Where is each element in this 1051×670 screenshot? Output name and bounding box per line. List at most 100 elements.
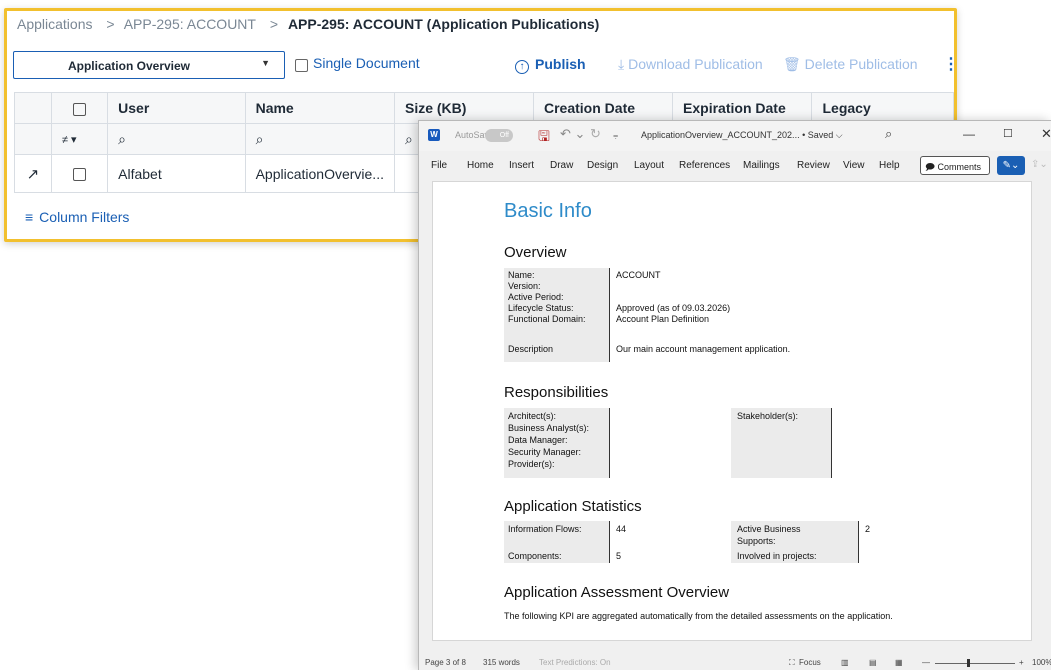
tab-file[interactable]: File xyxy=(431,160,447,171)
maximize-icon[interactable]: ☐ xyxy=(1003,127,1013,140)
undo-icon[interactable]: ↶ ⌄ xyxy=(560,126,585,142)
overview-label-description: Description xyxy=(508,344,554,354)
share-icon[interactable]: ⇪⌄ xyxy=(1031,159,1048,170)
text-predictions[interactable]: Text Predictions: On xyxy=(539,658,611,667)
resp-data-manager: Data Manager: xyxy=(508,435,568,445)
autosave-toggle[interactable]: Off xyxy=(485,129,513,142)
filter-expand-cell xyxy=(14,123,52,155)
tab-mailings[interactable]: Mailings xyxy=(743,160,780,171)
editing-mode-button[interactable]: ✎⌄ xyxy=(997,156,1025,175)
header-user[interactable]: User xyxy=(107,92,246,124)
document-title[interactable]: ApplicationOverview_ACCOUNT_202... • Sav… xyxy=(641,130,843,141)
tab-insert[interactable]: Insert xyxy=(509,160,534,171)
zoom-out-icon[interactable]: — xyxy=(922,658,930,667)
overview-value-description: Our main account management application. xyxy=(616,344,791,354)
overview-label-name: Name: xyxy=(508,270,535,280)
row-checkbox[interactable] xyxy=(73,168,86,182)
filter-operator-icon: ≠ ▾ xyxy=(61,133,77,146)
zoom-slider-thumb[interactable] xyxy=(967,659,970,667)
tab-design[interactable]: Design xyxy=(587,160,618,171)
search-icon: ⌕ xyxy=(118,130,126,147)
toolbar: Application Overview ▼ Single Document ↑… xyxy=(13,51,954,83)
overview-label-lifecycle: Lifecycle Status: xyxy=(508,303,574,313)
close-icon[interactable]: ✕ xyxy=(1041,126,1051,142)
download-publication-button[interactable]: ⤓ Download Publication xyxy=(618,56,763,73)
search-icon[interactable]: ⌕ xyxy=(885,126,892,142)
header-expiration-date[interactable]: Expiration Date xyxy=(672,92,813,124)
resp-provider: Provider(s): xyxy=(508,459,555,469)
publish-icon: ↑ xyxy=(515,60,529,74)
chevron-right-icon: > xyxy=(106,16,115,32)
filter-operator-select[interactable]: ≠ ▾ xyxy=(50,123,109,155)
publication-type-select[interactable]: Application Overview ▼ xyxy=(13,51,285,79)
focus-label[interactable]: Focus xyxy=(799,658,821,667)
zoom-slider[interactable] xyxy=(935,663,1015,664)
select-all-checkbox[interactable] xyxy=(73,102,86,116)
header-creation-date[interactable]: Creation Date xyxy=(532,92,674,124)
tab-draw[interactable]: Draw xyxy=(550,160,573,171)
page-count[interactable]: Page 3 of 8 xyxy=(425,658,466,667)
overview-label-domain: Functional Domain: xyxy=(508,314,586,324)
header-size[interactable]: Size (KB) xyxy=(393,92,535,124)
ribbon-tabs: File Home Insert Draw Design Layout Refe… xyxy=(419,155,1051,177)
stats-components-label: Components: xyxy=(508,551,562,561)
print-layout-icon[interactable]: ▤ xyxy=(869,658,877,667)
cell-user: Alfabet xyxy=(107,154,246,193)
row-checkbox-cell xyxy=(50,154,109,193)
resp-security-manager: Security Manager: xyxy=(508,447,582,457)
save-icon[interactable]: 🖫 xyxy=(538,126,550,150)
read-mode-icon[interactable]: ▥ xyxy=(841,658,849,667)
breadcrumb-applications[interactable]: Applications xyxy=(17,16,93,32)
breadcrumb: Applications > APP-295: ACCOUNT > APP-29… xyxy=(17,16,609,32)
tab-help[interactable]: Help xyxy=(879,160,900,171)
open-arrow-icon[interactable]: ↗ xyxy=(14,154,52,193)
breadcrumb-app[interactable]: APP-295: ACCOUNT xyxy=(124,16,256,32)
select-all-cell xyxy=(50,92,109,124)
filter-user[interactable]: ⌕ xyxy=(107,123,246,155)
overview-value-domain: Account Plan Definition xyxy=(616,314,710,324)
pen-icon: ✎⌄ xyxy=(1002,160,1020,171)
download-icon: ⤓ xyxy=(618,56,629,72)
tab-view[interactable]: View xyxy=(843,160,865,171)
header-expand-cell xyxy=(14,92,52,124)
overview-label-version: Version: xyxy=(508,281,541,291)
tab-home[interactable]: Home xyxy=(467,160,494,171)
tab-references[interactable]: References xyxy=(679,160,730,171)
more-options-icon[interactable]: ⋮ xyxy=(943,54,954,74)
tab-review[interactable]: Review xyxy=(797,160,830,171)
tab-layout[interactable]: Layout xyxy=(634,160,664,171)
stats-active-bs-label-2: Supports: xyxy=(737,536,776,546)
customize-toolbar-icon[interactable]: ⩦ xyxy=(613,130,618,141)
publish-button[interactable]: ↑ Publish xyxy=(515,56,586,74)
filter-name[interactable]: ⌕ xyxy=(244,123,395,155)
header-name[interactable]: Name xyxy=(244,92,395,124)
comments-label: Comments xyxy=(937,162,982,172)
zoom-level[interactable]: 100% xyxy=(1032,658,1051,667)
single-document-label[interactable]: Single Document xyxy=(313,55,420,71)
web-layout-icon[interactable]: ▦ xyxy=(895,658,903,667)
word-logo-icon: W xyxy=(428,129,440,141)
comments-button[interactable]: 🗩 Comments xyxy=(920,156,990,175)
assessment-text: The following KPI are aggregated automat… xyxy=(504,611,893,621)
zoom-in-icon[interactable]: + xyxy=(1019,658,1024,667)
heading-statistics: Application Statistics xyxy=(504,498,642,515)
header-legacy[interactable]: Legacy xyxy=(811,92,954,124)
cell-name: ApplicationOvervie... xyxy=(244,154,395,193)
focus-icon[interactable]: ⛶ xyxy=(789,658,795,668)
stats-info-flows-label: Information Flows: xyxy=(508,524,582,534)
select-value: Application Overview xyxy=(67,59,191,73)
document-page[interactable]: Basic Info Overview Name: Version: Activ… xyxy=(432,181,1032,641)
word-count[interactable]: 315 words xyxy=(483,658,520,667)
overview-label-active-period: Active Period: xyxy=(508,292,564,302)
minimize-icon[interactable]: — xyxy=(963,127,975,141)
filter-icon: ≡ xyxy=(25,209,34,225)
search-icon: ⌕ xyxy=(255,130,264,147)
download-label: Download Publication xyxy=(628,56,763,72)
single-document-checkbox[interactable] xyxy=(295,59,308,72)
delete-publication-button[interactable]: 🗑 Delete Publication xyxy=(783,56,918,73)
overview-value-name: ACCOUNT xyxy=(616,270,661,280)
resp-business-analyst: Business Analyst(s): xyxy=(508,423,590,433)
publish-label: Publish xyxy=(535,56,586,72)
overview-value-lifecycle: Approved (as of 09.03.2026) xyxy=(616,303,731,313)
redo-icon[interactable]: ↻ xyxy=(590,126,601,142)
